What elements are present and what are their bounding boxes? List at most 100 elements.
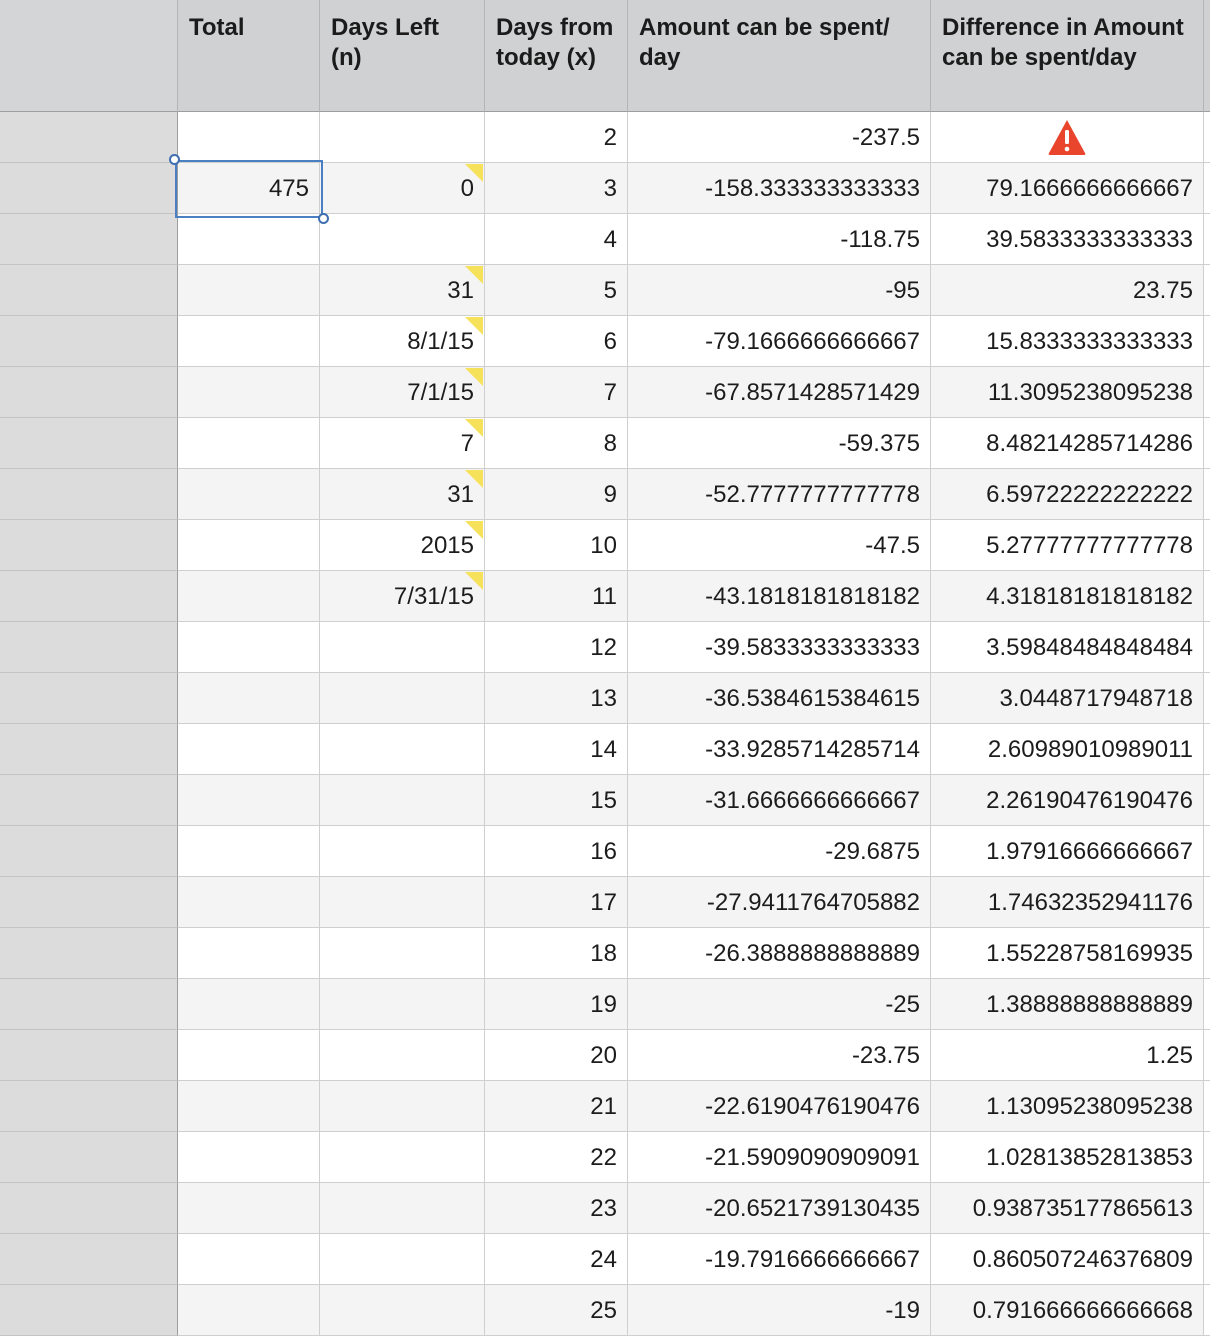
cell-difference[interactable]: 5.27777777777778: [931, 520, 1204, 571]
cell-amount-per-day[interactable]: -52.7777777777778: [628, 469, 931, 520]
cell-days-from-today[interactable]: 15: [485, 775, 628, 826]
cell-total[interactable]: [178, 877, 320, 928]
cell-difference[interactable]: 4.31818181818182: [931, 571, 1204, 622]
cell-days-left[interactable]: [320, 826, 485, 877]
cell-total[interactable]: [178, 571, 320, 622]
cell-days-from-today[interactable]: 20: [485, 1030, 628, 1081]
cell-amount-per-day[interactable]: -22.6190476190476: [628, 1081, 931, 1132]
row-header[interactable]: [0, 214, 178, 265]
cell-days-from-today[interactable]: 25: [485, 1285, 628, 1336]
comment-indicator[interactable]: [465, 419, 483, 437]
cell-difference[interactable]: 11.3095238095238: [931, 367, 1204, 418]
cell-difference[interactable]: 23.75: [931, 265, 1204, 316]
comment-indicator[interactable]: [465, 164, 483, 182]
cell-total[interactable]: [178, 418, 320, 469]
cell-days-from-today[interactable]: 16: [485, 826, 628, 877]
cell-difference[interactable]: 1.02813852813853: [931, 1132, 1204, 1183]
column-header-total[interactable]: Total: [178, 0, 320, 112]
cell-amount-per-day[interactable]: -31.6666666666667: [628, 775, 931, 826]
cell-difference[interactable]: 15.8333333333333: [931, 316, 1204, 367]
cell-amount-per-day[interactable]: -25: [628, 979, 931, 1030]
cell-days-left[interactable]: [320, 1234, 485, 1285]
cell-amount-per-day[interactable]: -29.6875: [628, 826, 931, 877]
cell-total[interactable]: [178, 214, 320, 265]
row-header[interactable]: [0, 571, 178, 622]
cell-difference[interactable]: 39.5833333333333: [931, 214, 1204, 265]
cell-amount-per-day[interactable]: -47.5: [628, 520, 931, 571]
cell-amount-per-day[interactable]: -158.333333333333: [628, 163, 931, 214]
cell-days-left[interactable]: [320, 214, 485, 265]
row-header[interactable]: [0, 1183, 178, 1234]
cell-days-from-today[interactable]: 3: [485, 163, 628, 214]
cell-days-from-today[interactable]: 21: [485, 1081, 628, 1132]
cell-total[interactable]: [178, 1081, 320, 1132]
cell-days-left[interactable]: 31: [320, 469, 485, 520]
cell-difference[interactable]: 2.60989010989011: [931, 724, 1204, 775]
cell-days-from-today[interactable]: 6: [485, 316, 628, 367]
corner-header[interactable]: [0, 0, 178, 112]
cell-total[interactable]: [178, 1030, 320, 1081]
cell-total[interactable]: [178, 520, 320, 571]
row-header[interactable]: [0, 1285, 178, 1336]
cell-difference[interactable]: 3.0448717948718: [931, 673, 1204, 724]
cell-total[interactable]: [178, 775, 320, 826]
cell-difference[interactable]: 79.1666666666667: [931, 163, 1204, 214]
cell-total[interactable]: [178, 1234, 320, 1285]
cell-amount-per-day[interactable]: -33.9285714285714: [628, 724, 931, 775]
cell-days-from-today[interactable]: 7: [485, 367, 628, 418]
cell-days-from-today[interactable]: 14: [485, 724, 628, 775]
cell-total[interactable]: [178, 622, 320, 673]
cell-days-left[interactable]: [320, 1183, 485, 1234]
row-header[interactable]: [0, 1030, 178, 1081]
cell-days-left[interactable]: 7: [320, 418, 485, 469]
row-header[interactable]: [0, 418, 178, 469]
cell-total[interactable]: [178, 928, 320, 979]
cell-days-left[interactable]: 31: [320, 265, 485, 316]
cell-amount-per-day[interactable]: -27.9411764705882: [628, 877, 931, 928]
cell-days-left[interactable]: 0: [320, 163, 485, 214]
cell-difference[interactable]: [931, 112, 1204, 163]
cell-amount-per-day[interactable]: -36.5384615384615: [628, 673, 931, 724]
column-header-days-from-today[interactable]: Days from today (x): [485, 0, 628, 112]
row-header[interactable]: [0, 1132, 178, 1183]
cell-days-from-today[interactable]: 18: [485, 928, 628, 979]
cell-total[interactable]: [178, 469, 320, 520]
cell-days-from-today[interactable]: 5: [485, 265, 628, 316]
cell-days-left[interactable]: 7/1/15: [320, 367, 485, 418]
cell-difference[interactable]: 3.59848484848484: [931, 622, 1204, 673]
cell-difference[interactable]: 1.25: [931, 1030, 1204, 1081]
cell-days-left[interactable]: [320, 1081, 485, 1132]
cell-amount-per-day[interactable]: -43.1818181818182: [628, 571, 931, 622]
comment-indicator[interactable]: [465, 266, 483, 284]
cell-days-left[interactable]: [320, 979, 485, 1030]
cell-total[interactable]: [178, 316, 320, 367]
cell-days-from-today[interactable]: 22: [485, 1132, 628, 1183]
cell-difference[interactable]: 2.26190476190476: [931, 775, 1204, 826]
row-header[interactable]: [0, 622, 178, 673]
cell-days-from-today[interactable]: 8: [485, 418, 628, 469]
cell-days-from-today[interactable]: 19: [485, 979, 628, 1030]
cell-total[interactable]: [178, 1132, 320, 1183]
column-header-difference[interactable]: Difference in Amount can be spent/day: [931, 0, 1204, 112]
cell-amount-per-day[interactable]: -21.5909090909091: [628, 1132, 931, 1183]
cell-total[interactable]: [178, 673, 320, 724]
cell-amount-per-day[interactable]: -95: [628, 265, 931, 316]
cell-days-left[interactable]: [320, 775, 485, 826]
cell-amount-per-day[interactable]: -26.3888888888889: [628, 928, 931, 979]
cell-amount-per-day[interactable]: -118.75: [628, 214, 931, 265]
cell-days-from-today[interactable]: 23: [485, 1183, 628, 1234]
cell-difference[interactable]: 1.97916666666667: [931, 826, 1204, 877]
cell-days-from-today[interactable]: 13: [485, 673, 628, 724]
comment-indicator[interactable]: [465, 470, 483, 488]
cell-difference[interactable]: 0.860507246376809: [931, 1234, 1204, 1285]
cell-amount-per-day[interactable]: -19.7916666666667: [628, 1234, 931, 1285]
comment-indicator[interactable]: [465, 521, 483, 539]
comment-indicator[interactable]: [465, 317, 483, 335]
row-header[interactable]: [0, 673, 178, 724]
row-header[interactable]: [0, 520, 178, 571]
cell-days-from-today[interactable]: 17: [485, 877, 628, 928]
cell-amount-per-day[interactable]: -59.375: [628, 418, 931, 469]
row-header[interactable]: [0, 877, 178, 928]
cell-total[interactable]: [178, 724, 320, 775]
column-header-amount-per-day[interactable]: Amount can be spent/ day: [628, 0, 931, 112]
